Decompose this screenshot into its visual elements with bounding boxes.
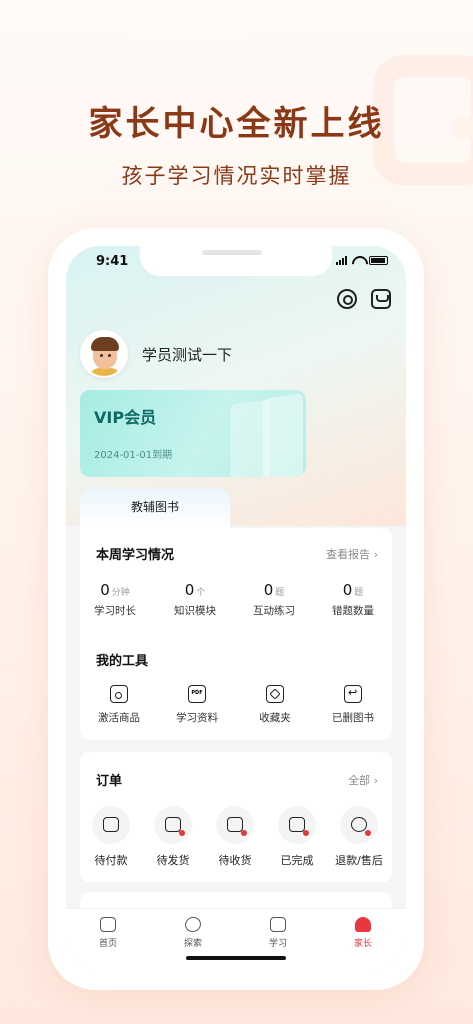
stat-value: 0: [100, 581, 110, 599]
tool-label: 激活商品: [98, 712, 140, 724]
tool-deleted-books[interactable]: 已删图书: [318, 685, 388, 725]
activate-icon: [110, 685, 128, 703]
stat-unit: 题: [275, 588, 285, 598]
notification-dot: [365, 830, 371, 836]
weekly-study-card: 本周学习情况 查看报告 › 0 分钟 学习时长 0个 知识模块 0题 互动练习 0…: [80, 528, 392, 740]
tab-label: 学习: [268, 939, 287, 949]
order-label: 已完成: [280, 854, 314, 867]
completed-icon: [278, 806, 316, 844]
refund-icon: [340, 806, 378, 844]
completed-glyph: [289, 817, 305, 832]
notification-dot: [241, 830, 247, 836]
vip-title: VIP会员: [94, 408, 157, 427]
all-orders-link[interactable]: 全部 ›: [348, 772, 378, 788]
study-icon: [270, 917, 286, 932]
stat-label: 学习时长: [94, 605, 136, 617]
view-report-link[interactable]: 查看报告 ›: [326, 546, 378, 562]
order-pending-payment[interactable]: 待付款: [80, 806, 142, 868]
avatar-hair: [91, 337, 119, 351]
wifi-icon: [352, 256, 364, 265]
tab-label: 首页: [98, 939, 117, 949]
settings-icon[interactable]: [337, 289, 357, 309]
vip-decoration: [263, 393, 303, 477]
tool-label: 学习资料: [176, 712, 218, 724]
stat-value: 0: [263, 581, 274, 599]
hero-title: 家长中心全新上线: [88, 104, 385, 144]
tools-title: 我的工具: [96, 654, 149, 669]
tool-study-materials[interactable]: PDF 学习资料: [162, 685, 232, 725]
stat-unit: 题: [354, 588, 364, 598]
stat-knowledge-modules: 0个 知识模块: [160, 580, 230, 618]
vip-expiry: 2024-01-01到期: [94, 450, 173, 461]
stat-wrong-questions: 0题 错题数量: [318, 580, 388, 618]
favorites-icon: [266, 685, 284, 703]
vip-card[interactable]: VIP会员 2024-01-01到期: [80, 390, 306, 477]
order-label: 退款/售后: [335, 854, 383, 867]
avatar-eye: [108, 354, 111, 357]
home-indicator: [186, 956, 286, 960]
status-time: 9:41: [96, 254, 129, 269]
user-name: 学员测试一下: [142, 346, 233, 364]
tab-supplementary-books[interactable]: 教辅图书: [80, 488, 230, 528]
order-label: 待发货: [156, 854, 190, 867]
truck-icon: [154, 806, 192, 844]
stat-study-time: 0 分钟 学习时长: [80, 580, 150, 618]
orders-title: 订单: [96, 774, 123, 789]
tool-label: 已删图书: [332, 712, 374, 724]
orders-card: 订单 全部 › 待付款 待发货 待收货 已完成 退款/售后: [80, 752, 392, 882]
stat-unit: 分钟: [111, 588, 130, 598]
avatar[interactable]: [80, 330, 128, 378]
truck-glyph: [165, 817, 181, 832]
signal-icon: [336, 256, 347, 265]
tab-explore[interactable]: 探索: [163, 914, 223, 949]
stat-unit: 个: [196, 588, 206, 598]
phone-notch: [140, 246, 332, 276]
order-pending-receipt[interactable]: 待收货: [204, 806, 266, 868]
speaker-grille: [202, 250, 262, 255]
header-background: [66, 246, 406, 526]
message-icon[interactable]: [371, 289, 391, 309]
deleted-books-icon: [344, 685, 362, 703]
notification-dot: [303, 830, 309, 836]
tab-home[interactable]: 首页: [78, 917, 138, 949]
pdf-icon: PDF: [188, 685, 206, 703]
order-pending-shipment[interactable]: 待发货: [142, 806, 204, 868]
tab-parent[interactable]: 家长: [333, 917, 393, 949]
package-glyph: [227, 817, 243, 832]
tool-label: 收藏夹: [259, 712, 291, 724]
home-icon: [100, 917, 116, 932]
stat-label: 互动练习: [253, 605, 295, 617]
stat-value: 0: [342, 581, 353, 599]
notification-dot: [179, 830, 185, 836]
order-completed[interactable]: 已完成: [266, 806, 328, 868]
wallet-glyph: [103, 817, 119, 832]
tab-label: 家长: [353, 939, 372, 949]
avatar-eye: [100, 354, 103, 357]
refund-glyph: [351, 817, 367, 832]
weekly-title: 本周学习情况: [96, 548, 175, 563]
tool-activate[interactable]: 激活商品: [84, 685, 154, 725]
stat-label: 错题数量: [332, 605, 374, 617]
explore-icon: [182, 914, 204, 935]
stat-interactive-practice: 0题 互动练习: [239, 580, 309, 618]
order-label: 待付款: [94, 854, 128, 867]
status-icons: [336, 256, 388, 265]
battery-icon: [369, 256, 388, 265]
tool-favorites[interactable]: 收藏夹: [240, 685, 310, 725]
order-label: 待收货: [218, 854, 252, 867]
bottom-tab-bar: 首页 探索 学习 家长: [66, 908, 406, 970]
package-icon: [216, 806, 254, 844]
hero-subtitle: 孩子学习情况实时掌握: [121, 164, 352, 188]
wallet-icon: [92, 806, 130, 844]
stat-value: 0: [184, 581, 195, 599]
parent-icon: [355, 917, 371, 932]
order-refund[interactable]: 退款/售后: [328, 806, 390, 868]
tab-label: 探索: [183, 939, 202, 949]
app-screen: 9:41 学员测试一下 VIP会员 2024-01-01到期 教辅图书 本周学习…: [66, 246, 406, 970]
stat-label: 知识模块: [174, 605, 216, 617]
tab-study[interactable]: 学习: [248, 917, 308, 949]
